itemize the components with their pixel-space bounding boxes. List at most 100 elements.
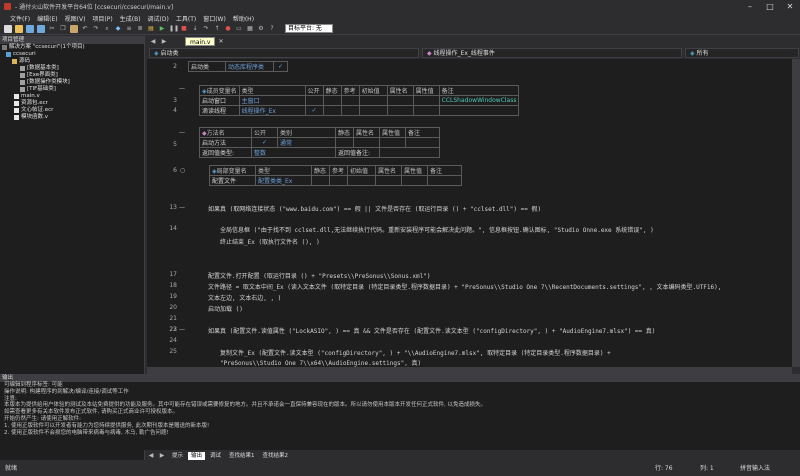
layout-icon[interactable]: ▦ <box>246 25 254 33</box>
code-line[interactable]: 全局信息框 ("由于找不到 cclset.dll,无法继续执行代码。重新安装程序… <box>220 225 654 234</box>
table-cell[interactable]: 配置类类_Ex <box>255 175 312 186</box>
editor-vertical-scrollbar[interactable] <box>792 59 800 367</box>
tab-find-results-2[interactable]: 查找结果2 <box>260 452 292 460</box>
tree-item[interactable]: 文心帖证.ecr <box>0 107 144 114</box>
menu-file[interactable]: 文件(F) <box>10 14 30 23</box>
class-select[interactable]: ◈ 启动类 <box>149 48 419 58</box>
paste-icon[interactable] <box>70 24 78 33</box>
tab-hints[interactable]: 提示 <box>169 452 186 460</box>
menu-edit[interactable]: 编辑(E) <box>37 14 57 23</box>
stop-icon[interactable]: ■ <box>180 25 188 33</box>
menu-project[interactable]: 项目(P) <box>92 14 112 23</box>
fold-marker[interactable]: — <box>179 85 185 92</box>
table-cell[interactable]: 主窗口 <box>238 95 306 106</box>
menu-help[interactable]: 帮助(H) <box>233 14 254 23</box>
fold-marker[interactable]: — <box>179 129 185 136</box>
uncomment-icon[interactable]: ≣ <box>136 25 144 33</box>
open-folder-icon[interactable] <box>15 24 23 33</box>
menu-tools[interactable]: 工具(T) <box>176 14 196 23</box>
minimize-button[interactable]: – <box>740 1 760 12</box>
table-cell[interactable] <box>347 175 376 186</box>
menu-debug[interactable]: 调试(D) <box>148 14 169 23</box>
table-cell[interactable] <box>322 95 342 106</box>
table-cell[interactable]: CCLShadowWindowClass <box>438 95 520 106</box>
close-button[interactable]: ✕ <box>780 1 800 12</box>
tree-item[interactable]: [Exe界面类] <box>0 72 144 79</box>
table-cell[interactable] <box>353 137 380 148</box>
step-out-icon[interactable]: ↑ <box>213 25 221 33</box>
copy-icon[interactable]: ❐ <box>59 25 67 33</box>
tab-close-icon[interactable]: ✕ <box>218 38 223 45</box>
settings-icon[interactable]: ⚙ <box>257 25 265 33</box>
code-line[interactable]: 文件路径 = 取文本中间_Ex (读入文本文件 (取特定目录 (特定目录类型.程… <box>208 282 721 291</box>
table-cell[interactable] <box>401 175 428 186</box>
scroll-left-icon[interactable]: ◀ <box>147 452 155 460</box>
table-cell[interactable] <box>358 95 388 106</box>
table-cell[interactable] <box>386 105 414 116</box>
find-icon[interactable]: ⌕ <box>103 25 111 33</box>
window-icon[interactable]: ▭ <box>235 25 243 33</box>
table-cell[interactable] <box>329 175 348 186</box>
code-editor[interactable]: 2 启动类 动态库程序类 ✓ — 3 4 ◈成员变量名 类型 公开 静态 参考 初始… <box>147 59 792 367</box>
tree-item[interactable]: main.v <box>0 93 144 100</box>
table-cell[interactable]: 线程操作_Ex <box>238 105 306 116</box>
table-cell[interactable] <box>375 175 402 186</box>
tab-find-results-1[interactable]: 查找结果1 <box>226 452 258 460</box>
tree-item[interactable]: 源码 <box>0 58 144 65</box>
table-cell[interactable] <box>427 175 462 186</box>
table-cell[interactable] <box>358 105 388 116</box>
undo-icon[interactable]: ↶ <box>81 25 89 33</box>
comment-icon[interactable]: ≡ <box>125 25 133 33</box>
tree-project[interactable]: ccsecuri <box>0 51 144 58</box>
tab-main-v[interactable]: main.v <box>185 37 216 46</box>
redo-icon[interactable]: ↷ <box>92 25 100 33</box>
code-line[interactable]: 终止结束_Ex (取执行文件名 (), ) <box>220 237 320 246</box>
table-cell[interactable] <box>412 105 440 116</box>
table-cell[interactable]: 启动窗口 <box>199 95 240 106</box>
fold-marker[interactable]: — <box>179 204 185 211</box>
tree-solution[interactable]: 解决方案 "ccsecuri"(1个项目) <box>0 44 144 51</box>
save-all-icon[interactable] <box>37 24 45 33</box>
new-file-icon[interactable] <box>4 24 12 33</box>
step-into-icon[interactable]: ↓ <box>191 25 199 33</box>
code-line[interactable]: 文本左边, 文本右边, , ) <box>208 293 281 302</box>
table-cell[interactable]: 动态库程序类 <box>225 61 274 72</box>
table-cell[interactable]: 配置文件 <box>209 175 256 186</box>
table-cell[interactable]: 启动类 <box>188 61 226 72</box>
cut-icon[interactable]: ✂ <box>48 25 56 33</box>
tree-item[interactable]: [数据基本类] <box>0 65 144 72</box>
help-icon[interactable]: ? <box>268 25 276 33</box>
check-icon[interactable]: ✓ <box>304 105 324 116</box>
table-cell[interactable] <box>386 95 414 106</box>
bookmark-icon[interactable]: ◆ <box>114 25 122 33</box>
tree-item[interactable]: 模块函数.v <box>0 114 144 121</box>
table-cell[interactable]: 通常 <box>277 137 336 148</box>
table-cell[interactable] <box>340 95 360 106</box>
table-cell[interactable]: 启动方法 <box>199 137 252 148</box>
table-cell[interactable] <box>311 175 330 186</box>
table-cell[interactable] <box>438 105 520 116</box>
table-cell[interactable] <box>405 137 440 148</box>
scroll-right-icon[interactable]: ▶ <box>158 452 166 460</box>
table-cell[interactable] <box>335 137 354 148</box>
check-icon[interactable]: ✓ <box>251 137 278 148</box>
tree-item[interactable]: [数据操作类模块] <box>0 79 144 86</box>
nav-forward-icon[interactable]: ▶ <box>160 38 168 46</box>
method-select[interactable]: ◆ 线程操作_Ex_线程事件 <box>422 48 682 58</box>
fold-marker[interactable]: — <box>179 326 185 333</box>
build-icon[interactable]: ▤ <box>147 25 155 33</box>
code-line[interactable]: 如果真 (配置文件.读值属性 ("LockASIO", ) == 真 && 文件… <box>208 326 655 335</box>
table-cell[interactable] <box>304 95 324 106</box>
code-line[interactable]: 启动加载 () <box>208 304 243 313</box>
table-cell[interactable] <box>340 105 360 116</box>
code-line[interactable]: 复制文件_Ex (配置文件.读文本型 ("configDirectory", )… <box>220 348 611 357</box>
code-line[interactable]: "PreSonus\\Studio One 7\\x64\\AudioEngin… <box>220 358 421 367</box>
tree-item[interactable]: 资源包.ecr <box>0 100 144 107</box>
table-cell[interactable] <box>379 147 440 158</box>
step-over-icon[interactable]: ↷ <box>202 25 210 33</box>
table-cell[interactable] <box>379 137 406 148</box>
maximize-button[interactable]: □ <box>760 1 780 12</box>
table-cell[interactable]: 滴读线程 <box>199 105 240 116</box>
table-cell[interactable]: 整数 <box>251 147 336 158</box>
pause-icon[interactable]: ❚❚ <box>169 25 179 33</box>
